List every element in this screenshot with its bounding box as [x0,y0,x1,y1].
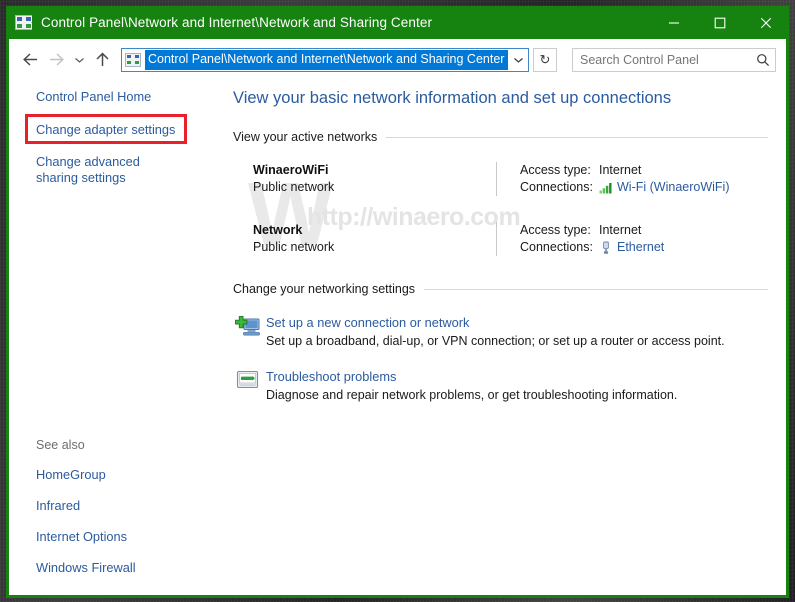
window-title: Control Panel\Network and Internet\Netwo… [41,15,433,30]
sidebar-item-change-advanced-sharing-settings[interactable]: Change advanced sharing settings [36,154,182,186]
sidebar-item-control-panel-home[interactable]: Control Panel Home [36,89,151,105]
control-panel-icon [15,15,32,30]
navigation-pane: Control Panel Home Change adapter settin… [9,80,228,595]
access-type-label: Access type: [520,223,591,237]
network-identity: Network Public network [233,222,496,256]
back-arrow-icon[interactable] [17,47,43,73]
active-networks-heading: View your active networks [233,130,768,144]
network-identity: WinaeroWiFi Public network [233,162,496,196]
access-type-label: Access type: [520,163,591,177]
network-row: WinaeroWiFi Public network Access type: … [233,162,768,196]
access-type-row: Access type: Internet [520,222,768,239]
access-type-value: Internet [599,163,642,177]
task-description: Set up a broadband, dial-up, or VPN conn… [266,334,725,348]
task-item[interactable]: Set up a new connection or network Set u… [233,314,768,350]
connections-label: Connections: [520,180,593,194]
address-input[interactable]: Control Panel\Network and Internet\Netwo… [145,49,508,70]
main-pane: W http://winaero.com View your basic net… [228,80,786,595]
window-content: Control Panel Home Change adapter settin… [9,80,786,595]
network-name: WinaeroWiFi [253,163,329,177]
control-panel-window: Control Panel\Network and Internet\Netwo… [6,6,789,598]
networking-settings-heading-label: Change your networking settings [233,282,416,296]
maximize-button[interactable] [697,6,743,39]
search-icon[interactable] [756,53,770,67]
heading-rule [386,136,768,138]
task-description: Diagnose and repair network problems, or… [266,388,678,402]
close-button[interactable] [743,6,789,39]
networking-settings-heading: Change your networking settings [233,282,768,296]
address-control-panel-icon [125,52,141,67]
network-row: Network Public network Access type: Inte… [233,222,768,256]
see-also-title: See also [36,438,85,452]
connection-link[interactable]: Ethernet [617,239,664,256]
forward-arrow-icon [43,47,69,73]
up-arrow-icon[interactable] [89,47,115,73]
task-body: Set up a new connection or network Set u… [266,314,768,350]
refresh-button[interactable]: ↻ [533,47,557,72]
network-name: Network [253,223,303,237]
network-divider [496,162,497,196]
new-connection-icon [233,314,266,350]
connections-row: Connections: Ethernet [520,239,768,256]
task-title[interactable]: Troubleshoot problems [266,368,768,386]
connections-row: Connections: Wi-Fi (WinaeroWiFi) [520,179,768,196]
task-title[interactable]: Set up a new connection or network [266,314,768,332]
chevron-down-icon[interactable] [508,56,528,64]
active-networks-heading-label: View your active networks [233,130,378,144]
network-type: Public network [253,180,335,194]
wifi-signal-icon [599,182,617,194]
recent-pages-chevron-icon[interactable] [69,47,89,73]
search-input[interactable]: Search Control Panel [580,53,756,67]
heading-rule [424,288,768,290]
see-also-section: See also HomeGroup Infrared Internet Opt… [36,438,226,576]
task-item[interactable]: Troubleshoot problems Diagnose and repai… [233,368,768,404]
network-divider [496,222,497,256]
page-title: View your basic network information and … [233,89,672,107]
troubleshoot-icon [233,368,266,404]
sidebar-item-change-adapter-settings[interactable]: Change adapter settings [36,122,175,138]
see-also-item-homegroup[interactable]: HomeGroup [36,467,226,483]
address-bar[interactable]: Control Panel\Network and Internet\Netwo… [121,47,529,72]
minimize-button[interactable] [651,6,697,39]
search-box[interactable]: Search Control Panel [572,47,776,72]
ethernet-plug-icon [599,241,617,255]
network-details: Access type: Internet Connections: [520,162,768,196]
see-also-item-infrared[interactable]: Infrared [36,498,226,514]
connection-link[interactable]: Wi-Fi (WinaeroWiFi) [617,179,729,196]
connections-label: Connections: [520,240,593,254]
window-controls [651,6,789,39]
access-type-row: Access type: Internet [520,162,768,179]
network-details: Access type: Internet Connections: [520,222,768,256]
network-type: Public network [253,240,335,254]
access-type-value: Internet [599,223,642,237]
navigation-toolbar: Control Panel\Network and Internet\Netwo… [9,39,786,80]
title-bar[interactable]: Control Panel\Network and Internet\Netwo… [6,6,789,39]
see-also-item-windows-firewall[interactable]: Windows Firewall [36,560,226,576]
task-body: Troubleshoot problems Diagnose and repai… [266,368,768,404]
see-also-item-internet-options[interactable]: Internet Options [36,529,226,545]
